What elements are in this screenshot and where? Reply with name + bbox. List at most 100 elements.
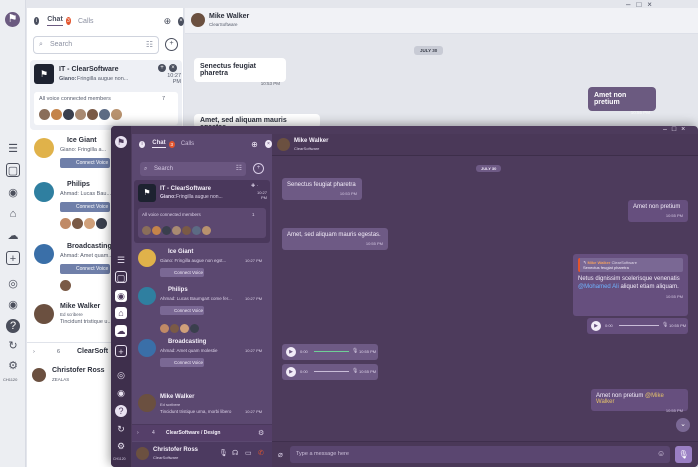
- avatar: [138, 339, 156, 357]
- voice-message[interactable]: ▶ 0:00 🎙 10:55 PM: [282, 344, 378, 360]
- info-icon[interactable]: i: [34, 17, 40, 25]
- voice-message[interactable]: ▶ 0:00 🎙 10:55 PM: [282, 364, 378, 380]
- expand-icon[interactable]: ›: [137, 430, 139, 436]
- contacts-icon[interactable]: ☰: [115, 254, 127, 266]
- message-bubble[interactable]: Amet non pretium 10:55 PM: [628, 200, 688, 222]
- tab-chat[interactable]: Chat: [152, 140, 166, 148]
- message-input[interactable]: Type a message here ☺: [290, 446, 670, 463]
- maximize-icon[interactable]: □: [672, 126, 681, 133]
- avatar: [172, 226, 181, 235]
- workspace-icon[interactable]: ▢: [115, 271, 127, 283]
- message-bubble[interactable]: Senectus feugiat pharetra 10:53 PM: [282, 178, 362, 200]
- record-voice-button[interactable]: 🎙: [675, 446, 692, 463]
- broadcast-icon[interactable]: ◎: [115, 369, 127, 381]
- list-item[interactable]: Philips Ahmad: Lucas Baumgart come fer..…: [134, 284, 270, 334]
- voice-message[interactable]: ▶ 0:00 🎙 10:55 PM: [587, 318, 688, 334]
- sync-icon[interactable]: ↻: [6, 339, 20, 353]
- connect-voice-button[interactable]: Connect Voice: [60, 202, 110, 212]
- headphones-icon[interactable]: ☊: [232, 449, 238, 457]
- audio-progress-track[interactable]: [619, 325, 659, 326]
- connect-voice-button[interactable]: Connect Voice: [160, 306, 204, 315]
- message-bubble[interactable]: Amet non pretium 10:55 PM: [588, 87, 656, 115]
- connect-voice-button[interactable]: Connect Voice: [60, 158, 110, 168]
- group-icon[interactable]: ◉: [115, 290, 127, 302]
- help-icon[interactable]: ?: [6, 319, 20, 333]
- add-icon[interactable]: +: [115, 345, 127, 357]
- attach-icon[interactable]: ⌀: [278, 450, 283, 459]
- new-chat-icon[interactable]: +: [165, 38, 178, 51]
- audio-progress-track[interactable]: [314, 351, 349, 352]
- group-icon[interactable]: ◉: [6, 186, 20, 200]
- connect-voice-button[interactable]: Connect Voice: [160, 268, 204, 277]
- contact-time: 10:27 PM: [245, 258, 263, 263]
- message-bubble[interactable]: Senectus feugiat pharetra 10:53 PM: [194, 58, 286, 86]
- close-panel-icon[interactable]: ×: [264, 140, 272, 148]
- maximize-icon[interactable]: □: [636, 0, 647, 9]
- search-placeholder: Search: [154, 166, 174, 172]
- help-icon[interactable]: ?: [115, 405, 127, 417]
- expand-icon[interactable]: ›: [33, 349, 35, 355]
- avatar: [162, 226, 171, 235]
- filter-icon[interactable]: ☷: [146, 37, 153, 53]
- quoted-message[interactable]: ↰ Mike Walker ClearSoftware Senectus feu…: [578, 258, 683, 272]
- microphone-icon[interactable]: 🎙: [219, 449, 228, 457]
- list-item[interactable]: Ice Giant Giano: Fringilla augue non egs…: [134, 246, 270, 282]
- tab-chat[interactable]: Chat: [47, 16, 63, 26]
- channel-close-icon[interactable]: ×: [169, 64, 177, 72]
- close-icon[interactable]: ×: [647, 0, 658, 9]
- scroll-down-button[interactable]: ⌄: [676, 418, 690, 432]
- search-input[interactable]: ⌕ Search ☷: [33, 36, 159, 54]
- audio-progress-track[interactable]: [314, 371, 349, 372]
- connect-voice-button[interactable]: Connect Voice: [60, 264, 110, 274]
- search-input[interactable]: ⌕ Search ☷: [140, 162, 246, 176]
- broadcast-icon[interactable]: ◎: [6, 277, 20, 291]
- user-footer[interactable]: Christofer Ross ClearSoftware 🎙 ☊ ▭ ✆: [132, 442, 272, 467]
- sync-icon[interactable]: ↻: [115, 423, 127, 435]
- close-panel-icon[interactable]: ×: [178, 16, 184, 26]
- globe-icon[interactable]: ⊕: [164, 16, 172, 27]
- add-icon[interactable]: +: [6, 251, 20, 265]
- message-bubble[interactable]: Amet non pretium @Mike Walker 10:55 PM: [591, 389, 688, 413]
- play-icon[interactable]: ▶: [286, 347, 296, 357]
- channel-menu-icon[interactable]: ✚ ·: [251, 183, 258, 189]
- screen-share-icon[interactable]: ▭: [245, 449, 252, 457]
- light-tabs: i Chat 3 Calls ⊕ ×: [27, 8, 184, 34]
- filter-icon[interactable]: ☷: [236, 162, 242, 176]
- contacts-icon[interactable]: ☰: [6, 142, 20, 156]
- play-icon[interactable]: ▶: [591, 321, 601, 331]
- avatar: [138, 394, 156, 412]
- tab-calls[interactable]: Calls: [78, 18, 94, 25]
- play-icon[interactable]: ▶: [286, 367, 296, 377]
- cloud-icon[interactable]: ☁: [115, 325, 127, 337]
- app-logo-icon[interactable]: ⚑: [115, 136, 127, 148]
- channel-add-icon[interactable]: +: [158, 64, 166, 72]
- info-icon[interactable]: i: [139, 140, 146, 148]
- gear-icon[interactable]: ⚙: [258, 429, 264, 437]
- channel-card[interactable]: ⚑ IT - ClearSoftware Giano: Fringilla au…: [30, 60, 182, 130]
- close-icon[interactable]: ×: [681, 126, 690, 133]
- list-item[interactable]: Broadcasting Ahmad: Amet quam molestie 1…: [134, 336, 270, 386]
- emoji-icon[interactable]: ☺: [657, 449, 665, 458]
- app-logo-icon[interactable]: ⚑: [5, 12, 20, 27]
- message-bubble[interactable]: Amet, sed aliquam mauris egestas. 10:55 …: [282, 228, 388, 250]
- hang-up-icon[interactable]: ✆: [258, 449, 264, 457]
- workspace-icon[interactable]: ▢: [6, 163, 20, 177]
- record-icon[interactable]: ◉: [115, 387, 127, 399]
- minimize-icon[interactable]: –: [663, 126, 672, 133]
- mention-link[interactable]: @Mohamed Ali: [578, 284, 619, 290]
- channel-card[interactable]: ⚑ IT - ClearSoftware Giano: Fringilla au…: [134, 180, 270, 243]
- record-icon[interactable]: ◉: [6, 298, 20, 312]
- network-icon[interactable]: ⌂: [115, 307, 127, 319]
- globe-icon[interactable]: ⊕: [251, 140, 258, 149]
- new-chat-icon[interactable]: +: [253, 163, 264, 174]
- tab-calls[interactable]: Calls: [181, 141, 194, 147]
- org-footer[interactable]: › 4 ClearSoftware / Design ⚙: [132, 424, 272, 441]
- minimize-icon[interactable]: –: [626, 0, 636, 9]
- list-item[interactable]: Mike Walker Ed scribere Tincidunt tristi…: [134, 391, 270, 421]
- settings-icon[interactable]: ⚙: [115, 440, 127, 452]
- cloud-icon[interactable]: ☁: [6, 229, 20, 243]
- network-icon[interactable]: ⌂: [6, 207, 20, 221]
- reply-message-bubble[interactable]: ↰ Mike Walker ClearSoftware Senectus feu…: [573, 254, 688, 316]
- connect-voice-button[interactable]: Connect Voice: [160, 358, 204, 367]
- settings-icon[interactable]: ⚙: [6, 359, 20, 373]
